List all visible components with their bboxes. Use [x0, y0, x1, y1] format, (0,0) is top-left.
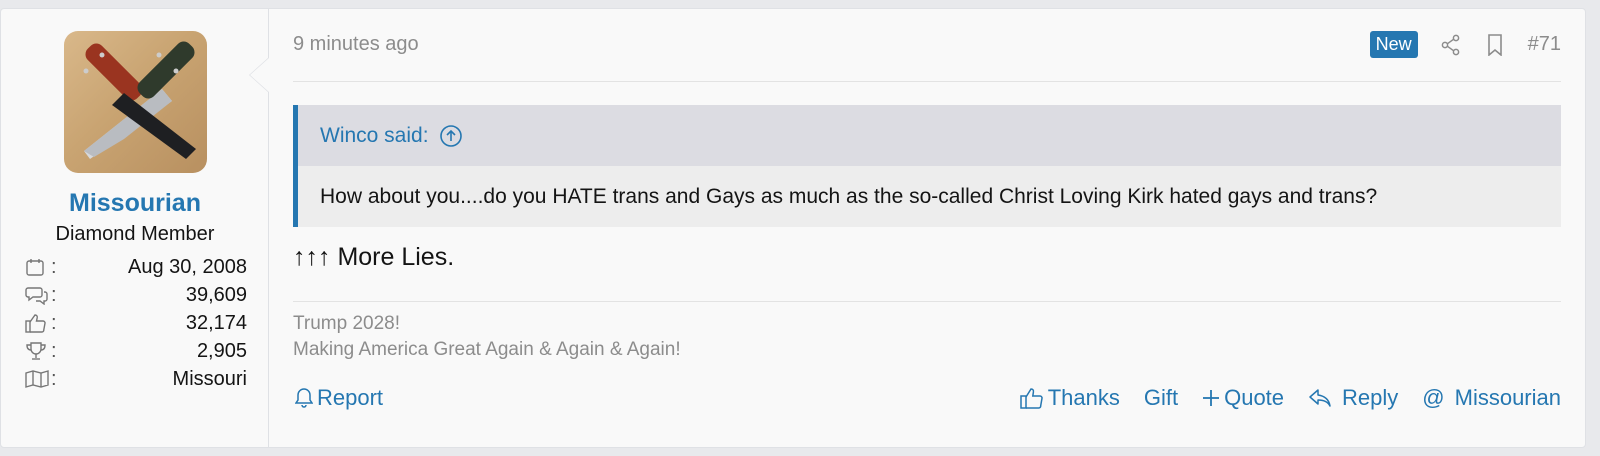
- mention-label: Missourian: [1454, 385, 1561, 410]
- signature-line: Trump 2028!: [293, 313, 401, 334]
- stat-trophies[interactable]: : 2,905: [25, 337, 247, 365]
- thumbs-up-icon: [25, 312, 51, 334]
- post-message: ↑↑↑ More Lies.: [293, 243, 455, 271]
- avatar[interactable]: [64, 31, 207, 173]
- stat-messages[interactable]: : 39,609: [25, 281, 247, 309]
- quote-block: Winco said: How about you....do you HATE…: [293, 105, 1561, 227]
- user-title: Diamond Member: [55, 223, 215, 245]
- at-icon: @: [1422, 385, 1445, 410]
- thumbs-up-icon: [1019, 387, 1044, 409]
- stat-joined: : Aug 30, 2008: [25, 253, 247, 281]
- stat-reactions[interactable]: : 32,174: [25, 309, 247, 337]
- new-badge: New: [1369, 31, 1418, 58]
- thanks-button[interactable]: Thanks: [1019, 385, 1120, 411]
- post-actions-right: Thanks Gift Quote Reply @ Missourian: [996, 385, 1561, 411]
- divider: [293, 81, 1561, 82]
- user-stats: : Aug 30, 2008 : 39,609 : 32,174: 2,905…: [25, 253, 247, 393]
- stat-value: Missouri: [172, 367, 247, 390]
- stat-value: Aug 30, 2008: [128, 255, 247, 278]
- user-sidebar: Missourian Diamond Member : Aug 30, 2008…: [1, 9, 269, 447]
- trophy-icon: [25, 340, 51, 362]
- signature-line: Making America Great Again & Again & Aga…: [293, 339, 681, 360]
- quote-text: How about you....do you HATE trans and G…: [320, 184, 1378, 208]
- messages-icon: [25, 284, 51, 306]
- quote-header: Winco said:: [298, 105, 1561, 166]
- calendar-icon: [25, 256, 51, 278]
- signature: Trump 2028! Making America Great Again &…: [293, 311, 681, 363]
- reply-label: Reply: [1342, 385, 1399, 410]
- post-number[interactable]: #71: [1528, 33, 1561, 56]
- post-card: Missourian Diamond Member : Aug 30, 2008…: [0, 8, 1586, 448]
- map-icon: [25, 368, 51, 390]
- username[interactable]: Missourian: [1, 189, 269, 218]
- post-time[interactable]: 9 minutes ago: [293, 33, 419, 56]
- gift-button[interactable]: Gift: [1144, 385, 1178, 411]
- reply-arrow-icon: [1308, 388, 1332, 408]
- thanks-label: Thanks: [1047, 385, 1120, 410]
- knives-image: [83, 41, 196, 159]
- stat-value: 32,174: [185, 311, 247, 334]
- bell-icon: [295, 387, 313, 409]
- plus-icon: [1202, 389, 1220, 407]
- report-label: Report: [317, 385, 384, 410]
- share-icon[interactable]: [1440, 33, 1462, 57]
- post-main: 9 minutes ago New #71 Winco said: How ab…: [269, 9, 1585, 447]
- post-header-actions: New #71: [1369, 31, 1561, 58]
- bookmark-icon[interactable]: [1484, 33, 1506, 57]
- stat-value: 2,905: [196, 339, 247, 362]
- mention-button[interactable]: @ Missourian: [1422, 385, 1561, 411]
- report-button[interactable]: Report: [295, 385, 383, 411]
- arrow-up-circle-icon[interactable]: [439, 124, 463, 148]
- sidebar-pointer: [249, 57, 269, 93]
- stat-location[interactable]: : Missouri: [25, 365, 247, 393]
- divider: [293, 301, 1561, 302]
- gift-label: Gift: [1143, 385, 1179, 410]
- quote-author[interactable]: Winco said:: [320, 124, 429, 148]
- quote-button[interactable]: Quote: [1202, 385, 1284, 411]
- quote-label: Quote: [1224, 385, 1285, 410]
- stat-value: 39,609: [185, 283, 247, 306]
- reply-button[interactable]: Reply: [1308, 385, 1398, 411]
- post-actions-left: Report: [295, 385, 383, 411]
